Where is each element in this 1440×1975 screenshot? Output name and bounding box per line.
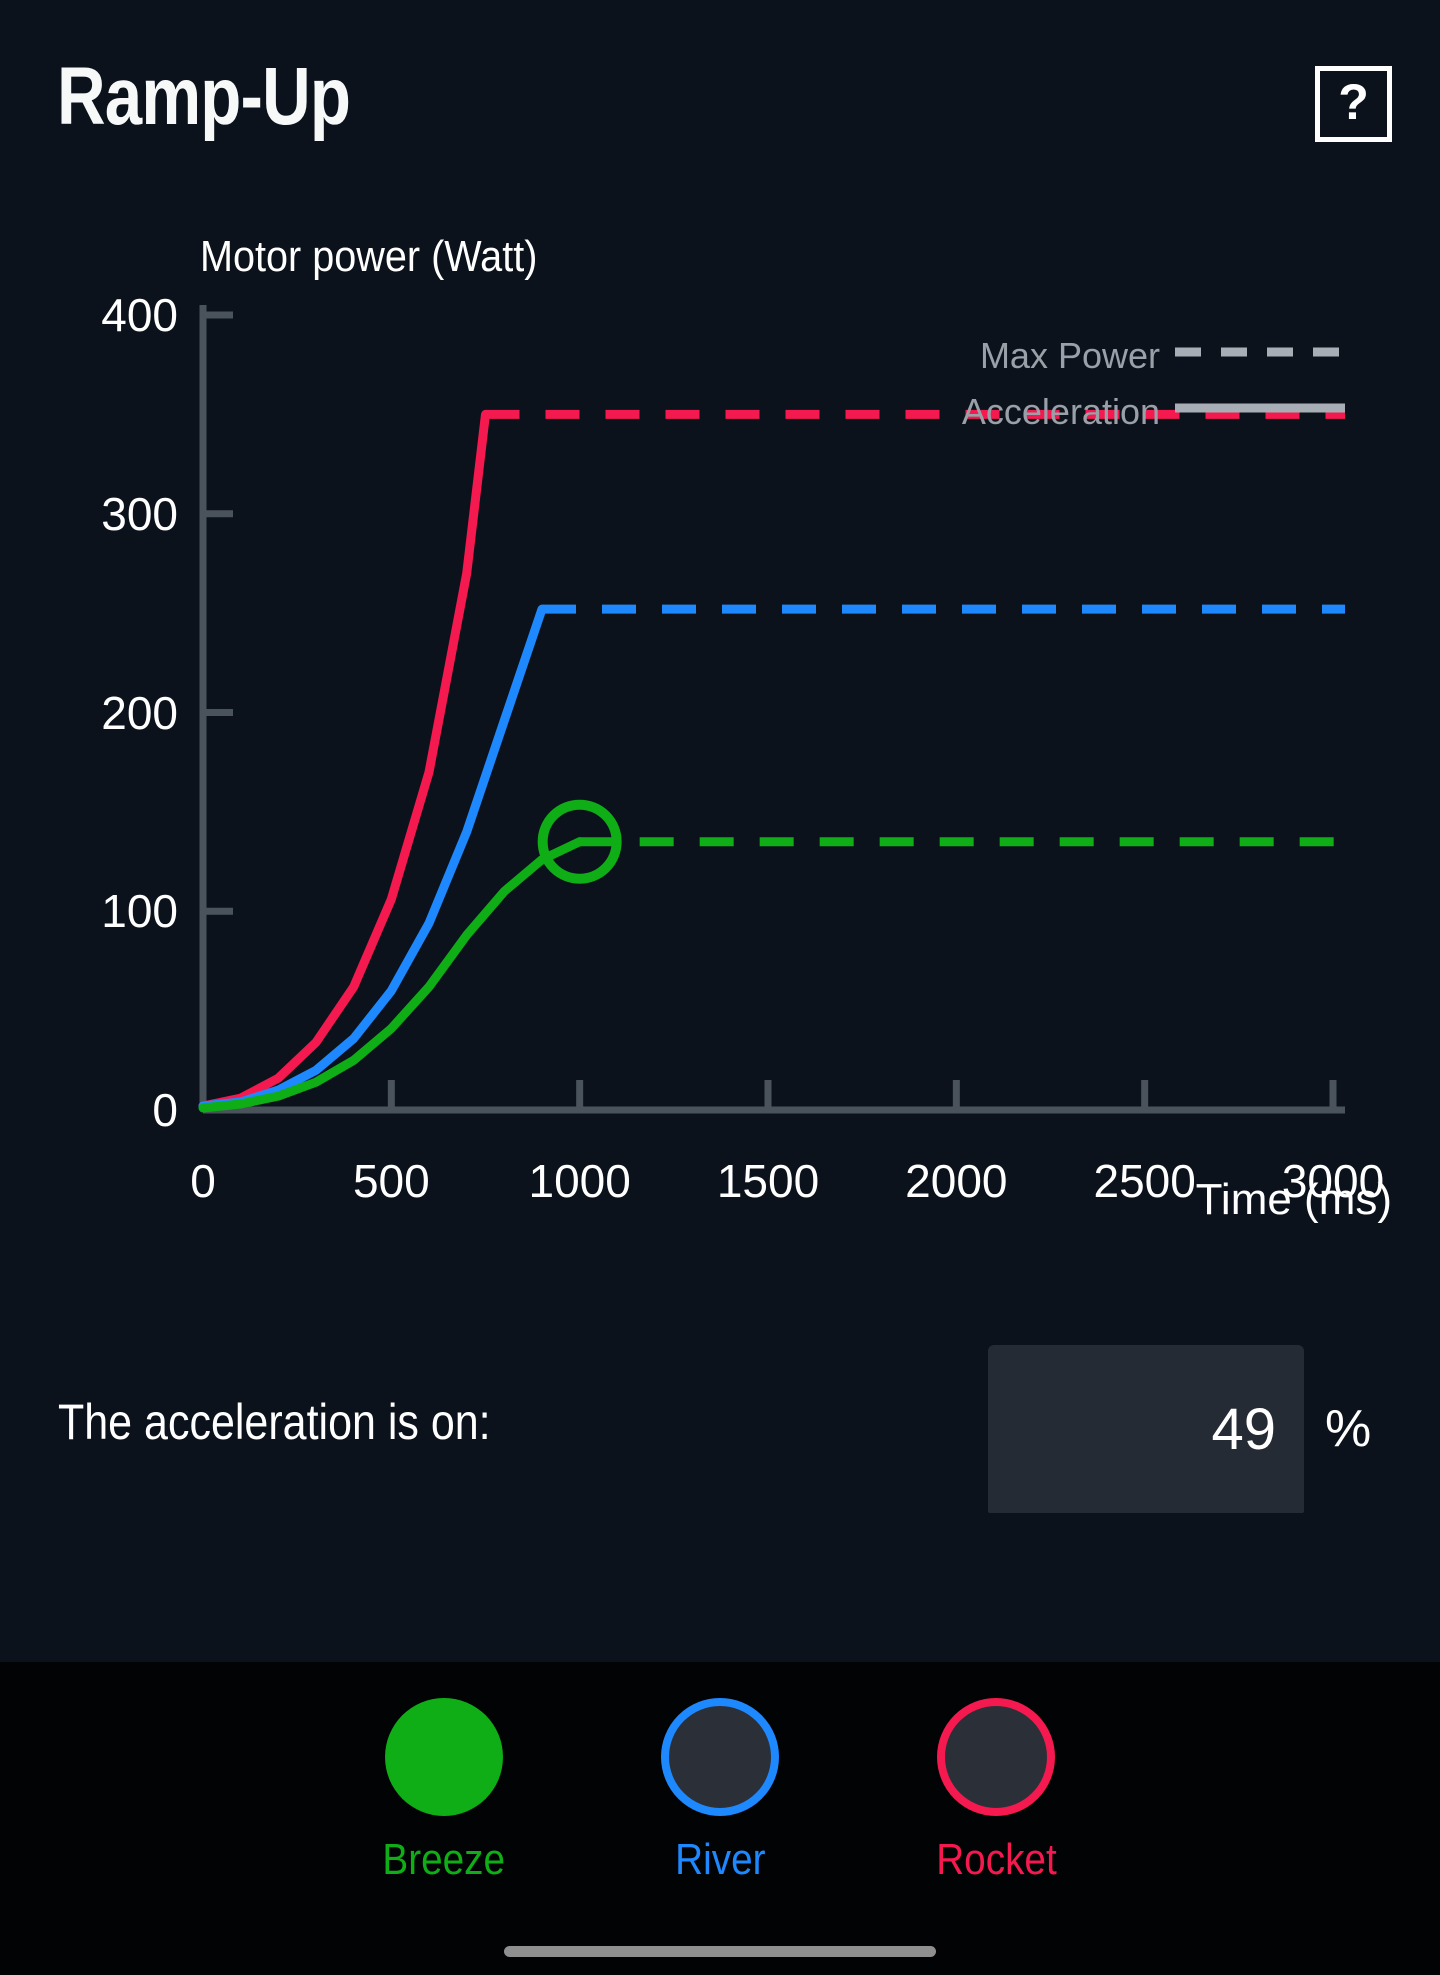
help-button[interactable]: ? (1315, 66, 1392, 142)
mode-button-breeze[interactable]: Breeze (344, 1698, 544, 1882)
legend-label: Max Power (979, 335, 1160, 376)
page-title: Ramp-Up (57, 51, 351, 142)
mode-label: River (674, 1835, 766, 1884)
y-tick-label: 300 (101, 487, 178, 540)
x-tick-label: 2500 (1093, 1155, 1196, 1207)
question-mark-icon: ? (1338, 74, 1369, 130)
mode-button-group: Breeze River Rocket (0, 1698, 1440, 1882)
legend-label: Acceleration (961, 391, 1160, 432)
mode-dot-icon (385, 1698, 503, 1816)
mode-selector-bar: Breeze River Rocket (0, 1662, 1440, 1975)
app-root: Ramp-Up ? Motor power (Watt) Time (ms) 0… (0, 0, 1440, 1975)
acceleration-label: The acceleration is on: (58, 1394, 491, 1450)
mode-dot-icon (661, 1698, 779, 1816)
mode-label: Rocket (935, 1835, 1057, 1884)
acceleration-unit: % (1325, 1400, 1372, 1458)
home-indicator[interactable] (504, 1946, 936, 1957)
x-tick-label: 1000 (528, 1155, 631, 1207)
x-tick-label: 0 (190, 1155, 216, 1207)
mode-dot-icon (937, 1698, 1055, 1816)
ramp-up-chart: Motor power (Watt) Time (ms) 0 100 200 300 4… (0, 190, 1440, 1310)
legend-swatch (1175, 403, 1345, 413)
x-tick-label: 500 (352, 1155, 430, 1207)
acceleration-input[interactable] (988, 1345, 1304, 1513)
mode-button-rocket[interactable]: Rocket (896, 1698, 1096, 1882)
x-tick-label: 1500 (716, 1155, 820, 1207)
x-tick-label: 3000 (1281, 1155, 1385, 1207)
y-tick-label: 400 (101, 289, 178, 341)
legend-swatch (1175, 347, 1345, 357)
mode-label: Breeze (382, 1835, 506, 1884)
main-panel: Ramp-Up ? Motor power (Watt) Time (ms) 0… (0, 0, 1440, 1662)
header: Ramp-Up ? (0, 0, 1440, 190)
mode-button-river[interactable]: River (620, 1698, 820, 1882)
y-tick-label: 100 (101, 885, 178, 938)
y-tick-label: 200 (101, 686, 178, 739)
x-tick-label: 2000 (905, 1155, 1008, 1207)
y-tick-label: 0 (152, 1084, 178, 1136)
acceleration-row: The acceleration is on: % (0, 1345, 1440, 1535)
